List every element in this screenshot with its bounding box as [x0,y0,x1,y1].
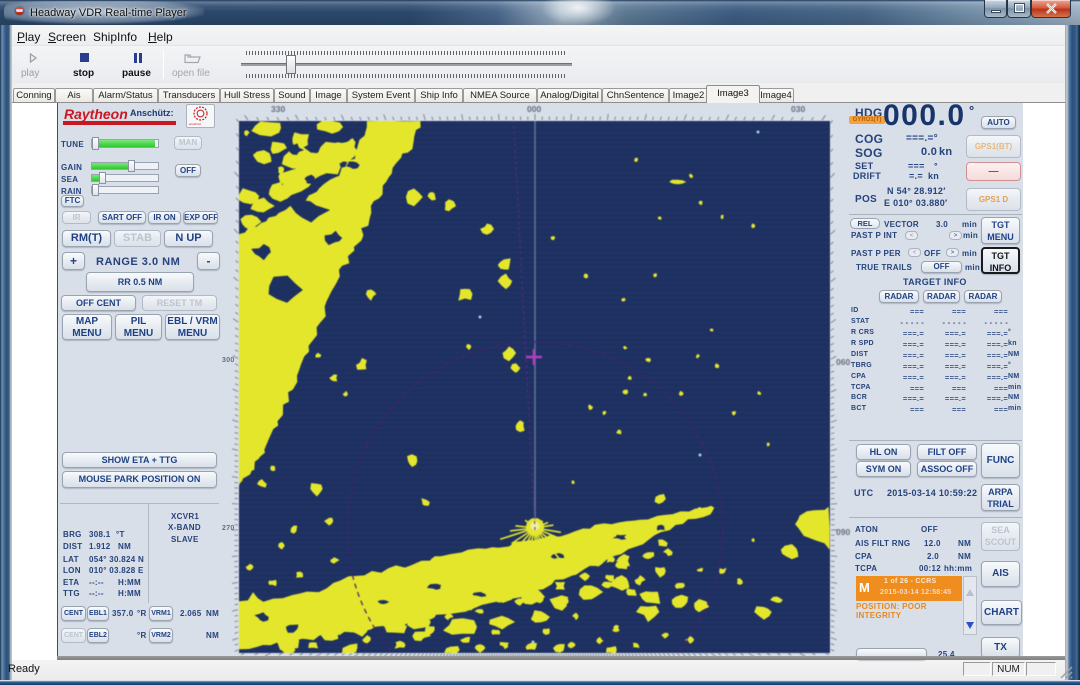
svg-text:030: 030 [791,104,805,114]
svg-text:090: 090 [836,527,850,537]
svg-text:330: 330 [271,104,285,114]
svg-text:000: 000 [527,104,541,114]
svg-text:060: 060 [836,357,850,367]
